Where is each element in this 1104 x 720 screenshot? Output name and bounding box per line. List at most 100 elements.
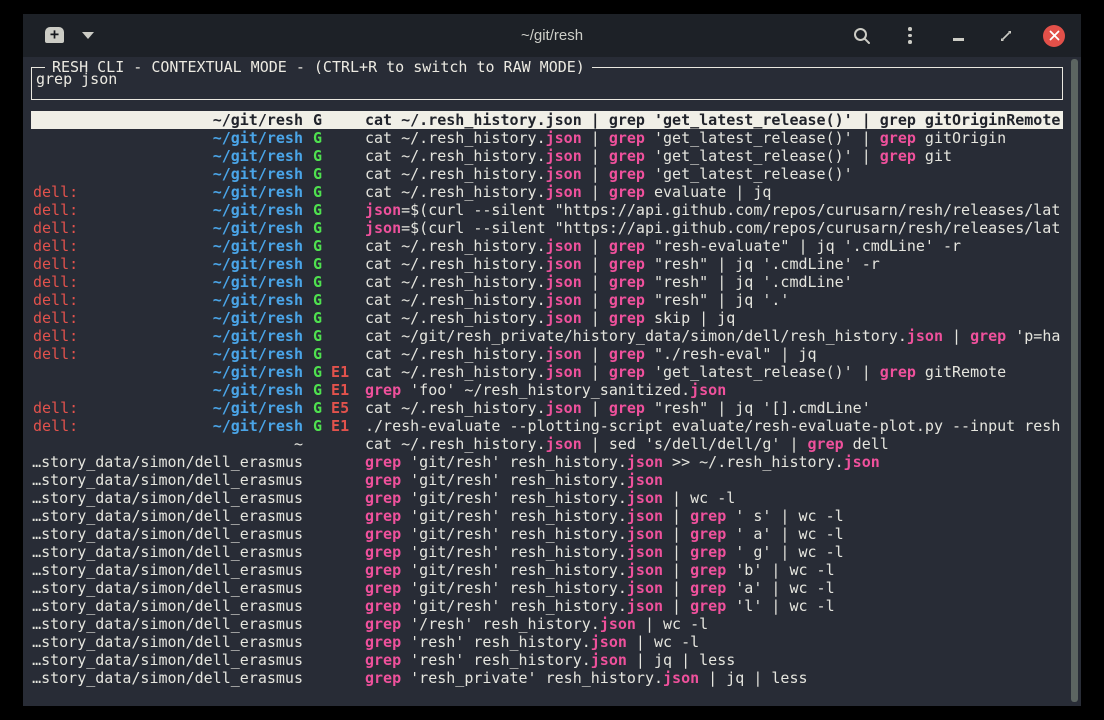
- history-row[interactable]: ~/git/reshG E1grep 'foo' ~/resh_history_…: [31, 381, 1063, 399]
- git-flag: G: [313, 147, 322, 165]
- host-dir-cell: …story_data/simon/dell_erasmus: [31, 669, 303, 687]
- flags-cell: G: [303, 201, 365, 219]
- match-highlight: grep: [365, 597, 401, 615]
- command-text: |: [663, 507, 690, 525]
- history-row[interactable]: …story_data/simon/dell_erasmusgrep 'git/…: [31, 525, 1063, 543]
- history-row[interactable]: dell:~/git/reshG E1./resh-evaluate --plo…: [31, 417, 1063, 435]
- history-row[interactable]: …story_data/simon/dell_erasmusgrep 'git/…: [31, 543, 1063, 561]
- command-cell: grep 'git/resh' resh_history.json | wc -…: [365, 489, 1063, 507]
- host-label: dell:: [33, 273, 78, 291]
- command-text: =$(curl --silent "https://api.github.com…: [401, 201, 1060, 219]
- command-text: cat ~/.resh_history.: [365, 111, 546, 129]
- host-label: dell:: [33, 399, 78, 417]
- flags-cell: G: [303, 147, 365, 165]
- history-row[interactable]: dell:~/git/reshGcat ~/git/resh_private/h…: [31, 327, 1063, 345]
- history-row[interactable]: …story_data/simon/dell_erasmusgrep 'git/…: [31, 561, 1063, 579]
- restore-icon: [998, 28, 1014, 44]
- menu-button[interactable]: [899, 25, 921, 47]
- history-row[interactable]: ~/git/reshGcat ~/.resh_history.json | gr…: [31, 111, 1063, 129]
- history-row[interactable]: …story_data/simon/dell_erasmus grep 'resh…: [31, 651, 1063, 669]
- history-row[interactable]: ~/git/reshGcat ~/.resh_history.json | gr…: [31, 147, 1063, 165]
- history-list: ~/git/reshGcat ~/.resh_history.json | gr…: [31, 111, 1063, 687]
- history-row[interactable]: ~/git/reshGcat ~/.resh_history.json | gr…: [31, 129, 1063, 147]
- minimize-button[interactable]: [947, 25, 969, 47]
- new-tab-button[interactable]: +: [44, 26, 66, 45]
- history-row[interactable]: dell:~/git/reshGcat ~/.resh_history.json…: [31, 291, 1063, 309]
- chevron-down-icon[interactable]: [82, 32, 94, 39]
- history-row[interactable]: …story_data/simon/dell_erasmusgrep 'git/…: [31, 579, 1063, 597]
- history-row[interactable]: dell:~/git/reshG E5cat ~/.resh_history.j…: [31, 399, 1063, 417]
- host-dir-cell: ~: [31, 435, 303, 453]
- command-cell: grep 'git/resh' resh_history.json | grep…: [365, 579, 1063, 597]
- history-row[interactable]: …story_data/simon/dell_erasmusgrep 'git/…: [31, 489, 1063, 507]
- match-highlight: grep: [365, 669, 401, 687]
- history-row[interactable]: dell:~/git/reshGcat ~/.resh_history.json…: [31, 183, 1063, 201]
- history-row[interactable]: dell:~/git/reshGcat ~/.resh_history.json…: [31, 255, 1063, 273]
- history-row[interactable]: ~/git/reshG E1cat ~/.resh_history.json |…: [31, 363, 1063, 381]
- command-cell: ./resh-evaluate --plotting-script evalua…: [365, 417, 1063, 435]
- flags-cell: [303, 525, 365, 543]
- history-row[interactable]: dell:~/git/reshGcat ~/.resh_history.json…: [31, 237, 1063, 255]
- search-query-input[interactable]: grep json: [36, 70, 117, 88]
- match-highlight: grep: [609, 165, 645, 183]
- titlebar-left-group: +: [23, 26, 94, 45]
- history-row[interactable]: …story_data/simon/dell_erasmusgrep 'git/…: [31, 453, 1063, 471]
- command-text: 'resh' resh_history.: [401, 633, 591, 651]
- match-highlight: grep: [365, 381, 401, 399]
- match-highlight: grep: [609, 309, 645, 327]
- command-text: cat ~/.resh_history.: [365, 255, 546, 273]
- command-cell: cat ~/.resh_history.json | grep skip | j…: [365, 309, 1063, 327]
- close-button[interactable]: [1043, 25, 1065, 47]
- command-text: |: [663, 579, 690, 597]
- match-highlight: grep: [808, 435, 844, 453]
- command-cell: grep 'git/resh' resh_history.json: [365, 471, 1063, 489]
- match-highlight: grep: [609, 147, 645, 165]
- history-row[interactable]: dell:~/git/reshGcat ~/.resh_history.json…: [31, 345, 1063, 363]
- history-row[interactable]: …story_data/simon/dell_erasmusgrep 'git/…: [31, 507, 1063, 525]
- command-text: ' s' | wc -l: [726, 507, 843, 525]
- flags-cell: G: [303, 219, 365, 237]
- restore-button[interactable]: [995, 25, 1017, 47]
- command-cell: cat ~/git/resh_private/history_data/simo…: [365, 327, 1063, 345]
- command-text: "resh" | jq '.': [645, 291, 790, 309]
- history-row[interactable]: ~cat ~/.resh_history.json | sed 's/dell/…: [31, 435, 1063, 453]
- scrollbar[interactable]: [1071, 59, 1078, 702]
- flags-cell: [303, 543, 365, 561]
- host-dir-cell: …story_data/simon/dell_erasmus: [31, 651, 303, 669]
- command-text: skip | jq: [645, 309, 735, 327]
- directory-label: ~/git/resh: [31, 111, 303, 129]
- command-cell: cat ~/.resh_history.json | grep "./resh-…: [365, 345, 1063, 363]
- command-text: "resh" | jq '.cmdLine' -r: [645, 255, 880, 273]
- search-button[interactable]: [851, 25, 873, 47]
- command-text: |: [582, 291, 609, 309]
- history-row[interactable]: dell:~/git/reshGcat ~/.resh_history.json…: [31, 273, 1063, 291]
- command-cell: grep 'git/resh' resh_history.json | grep…: [365, 597, 1063, 615]
- history-row[interactable]: dell:~/git/reshGjson=$(curl --silent "ht…: [31, 219, 1063, 237]
- command-text: "resh-evaluate" | jq '.cmdLine' -r: [645, 237, 961, 255]
- exit-status-flag: E1: [322, 417, 349, 435]
- match-highlight: json: [546, 147, 582, 165]
- command-cell: cat ~/.resh_history.json | grep 'get_lat…: [365, 129, 1063, 147]
- command-text: |: [663, 525, 690, 543]
- match-highlight: grep: [365, 543, 401, 561]
- history-row[interactable]: …story_data/simon/dell_erasmusgrep 'resh…: [31, 669, 1063, 687]
- match-highlight: grep: [880, 111, 916, 129]
- history-row[interactable]: ~/git/reshGcat ~/.resh_history.json | gr…: [31, 165, 1063, 183]
- history-row[interactable]: …story_data/simon/dell_erasmusgrep 'git/…: [31, 597, 1063, 615]
- host-dir-cell: …story_data/simon/dell_erasmus: [31, 615, 303, 633]
- history-row[interactable]: …story_data/simon/dell_erasmusgrep 'git/…: [31, 471, 1063, 489]
- search-icon: [852, 26, 872, 46]
- host-dir-cell: ~/git/resh: [31, 147, 303, 165]
- command-text: | wc -l: [636, 615, 708, 633]
- match-highlight: grep: [365, 633, 401, 651]
- history-row[interactable]: …story_data/simon/dell_erasmusgrep '/res…: [31, 615, 1063, 633]
- history-row[interactable]: dell:~/git/reshGcat ~/.resh_history.json…: [31, 309, 1063, 327]
- history-row[interactable]: dell:~/git/reshGjson=$(curl --silent "ht…: [31, 201, 1063, 219]
- command-text: '/resh' resh_history.: [401, 615, 600, 633]
- history-row[interactable]: …story_data/simon/dell_erasmusgrep 'resh…: [31, 633, 1063, 651]
- command-cell: grep 'resh' resh_history.json | jq | les…: [365, 651, 1063, 669]
- command-text: cat ~/.resh_history.: [365, 399, 546, 417]
- match-highlight: json: [365, 201, 401, 219]
- command-text: "resh" | jq '.cmdLine': [645, 273, 853, 291]
- flags-cell: [303, 633, 365, 651]
